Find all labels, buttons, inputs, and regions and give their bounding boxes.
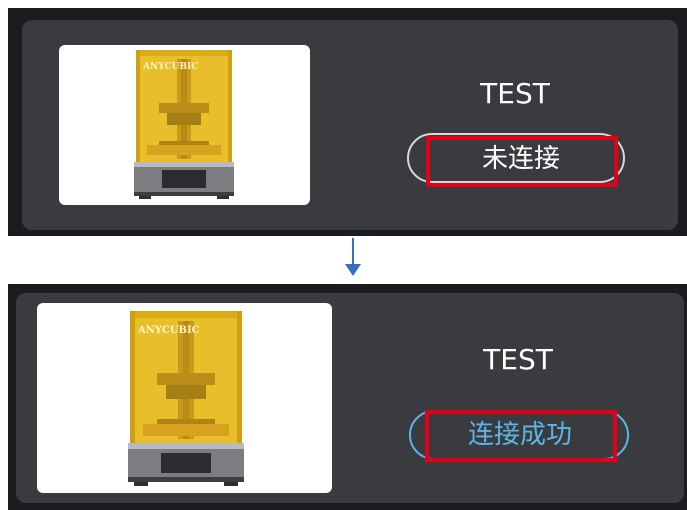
printer-name: TEST	[480, 77, 550, 110]
resin-3d-printer-image: ANYCUBIC	[128, 311, 244, 486]
comparison-screenshot: ANYCUBIC TEST 未连接 ANYCUBIC TEST 连接成功	[0, 0, 687, 510]
arrow-down-icon	[345, 238, 361, 276]
printer-name: TEST	[483, 343, 553, 376]
brand-logo: ANYCUBIC	[142, 62, 198, 72]
printer-screen	[161, 453, 211, 473]
brand-logo: ANYCUBIC	[137, 325, 200, 336]
printer-thumbnail-before: ANYCUBIC	[59, 45, 310, 205]
highlight-box	[426, 136, 618, 187]
printer-screen	[162, 170, 206, 188]
highlight-box	[425, 410, 617, 462]
resin-3d-printer-image: ANYCUBIC	[134, 50, 234, 199]
printer-thumbnail-after: ANYCUBIC	[37, 303, 332, 493]
